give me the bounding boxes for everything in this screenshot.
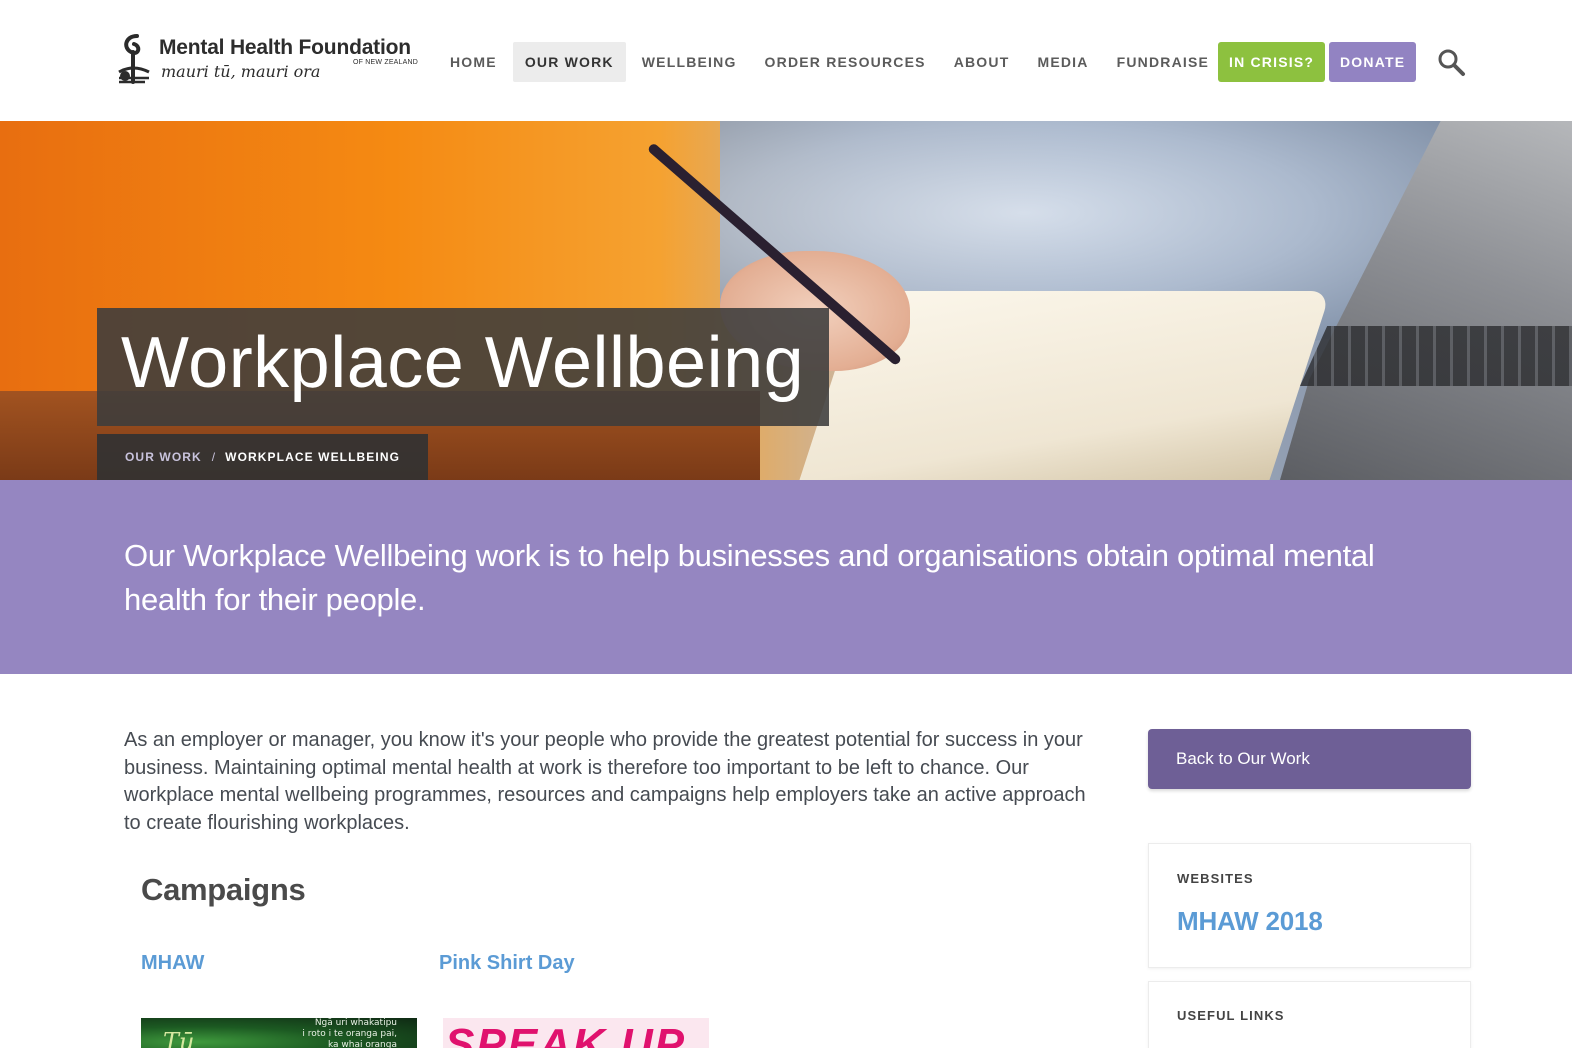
websites-label: WEBSITES [1177,871,1254,886]
breadcrumb: OUR WORK / WORKPLACE WELLBEING [97,434,429,480]
nav-about[interactable]: ABOUT [942,42,1022,82]
thumb-mhaw-script: Tū [163,1028,195,1048]
hero-banner: Workplace Wellbeing OUR WORK / WORKPLACE… [0,121,1572,480]
intro-text: Our Workplace Wellbeing work is to help … [124,538,1375,617]
campaigns-heading: Campaigns [141,872,306,907]
campaign-link-pink-shirt-day[interactable]: Pink Shirt Day [439,952,575,975]
websites-box: WEBSITES MHAW 2018 [1148,843,1471,968]
breadcrumb-current: WORKPLACE WELLBEING [225,450,401,464]
back-to-our-work-button[interactable]: Back to Our Work [1148,729,1471,789]
useful-links-box: USEFUL LINKS [1148,981,1471,1048]
nav-wellbeing[interactable]: WELLBEING [630,42,749,82]
logo-title: Mental Health Foundation [159,36,411,59]
nav-home[interactable]: HOME [438,42,509,82]
donate-button[interactable]: DONATE [1329,42,1417,82]
logo-icon [118,34,150,84]
thumb-mhaw-text: Ngā uri whakatipu i roto i te oranga pai… [302,1018,397,1048]
useful-links-label: USEFUL LINKS [1177,1008,1285,1023]
nav-media[interactable]: MEDIA [1025,42,1100,82]
campaign-thumb-pink-shirt-day[interactable]: SPEAK UP [443,1018,709,1048]
search-icon[interactable] [1436,47,1466,77]
nav-our-work[interactable]: OUR WORK [512,42,626,82]
site-logo[interactable]: Mental Health Foundation OF NEW ZEALAND … [115,32,425,88]
thumb-psd-text: SPEAK UP [445,1020,686,1048]
intro-band: Our Workplace Wellbeing work is to help … [0,480,1572,674]
logo-country: OF NEW ZEALAND [353,59,419,66]
site-header: Mental Health Foundation OF NEW ZEALAND … [0,0,1572,121]
campaign-link-mhaw[interactable]: MHAW [141,952,204,975]
page-title: Workplace Wellbeing [121,323,805,403]
intro-paragraph: As an employer or manager, you know it's… [124,729,1086,834]
website-link-mhaw-2018[interactable]: MHAW 2018 [1177,906,1323,937]
nav-fundraise[interactable]: FUNDRAISE [1105,42,1221,82]
campaign-thumb-mhaw[interactable]: Tū Ngā uri whakatipu i roto i te oranga … [141,1018,417,1048]
nav-order-resources[interactable]: ORDER RESOURCES [753,42,938,82]
breadcrumb-separator: / [211,450,216,464]
logo-tagline: mauri tū, mauri ora [161,62,321,81]
hero-title-box: Workplace Wellbeing [97,308,829,426]
hero-image-keyboard [1300,326,1572,386]
main-nav: HOME OUR WORK WELLBEING ORDER RESOURCES … [438,42,1225,82]
in-crisis-button[interactable]: IN CRISIS? [1218,42,1326,82]
breadcrumb-our-work[interactable]: OUR WORK [125,450,202,464]
